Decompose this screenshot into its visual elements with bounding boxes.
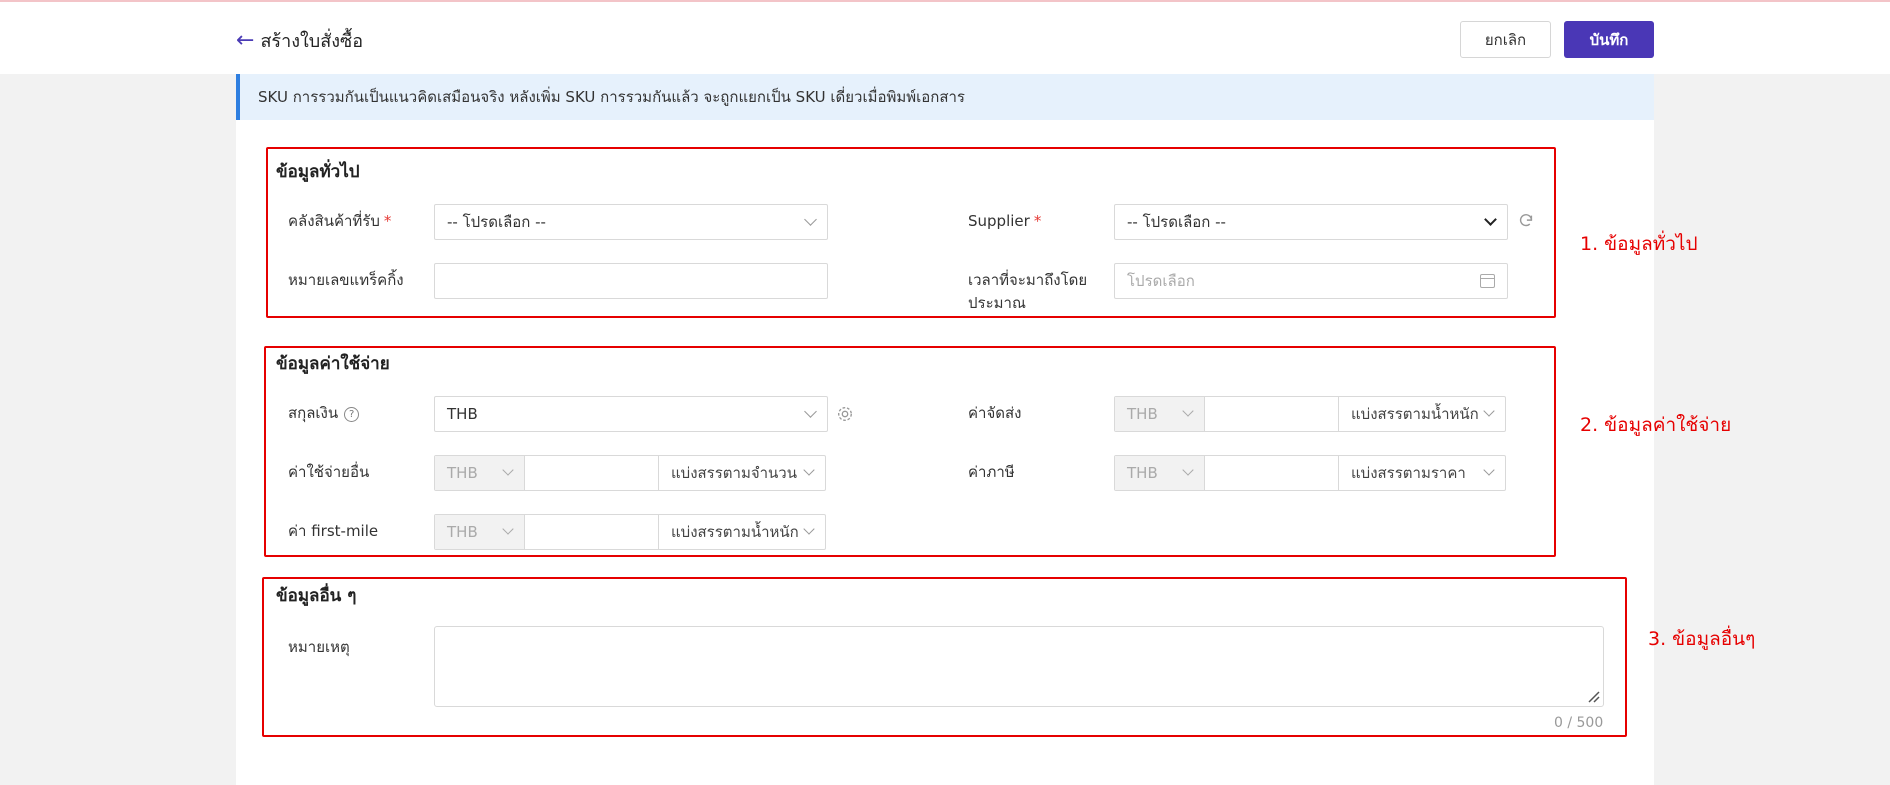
- annotation-label-other: 3. ข้อมูลอื่นๆ: [1648, 628, 1756, 650]
- annotation-box-general: [266, 147, 1556, 318]
- cancel-button[interactable]: ยกเลิก: [1460, 21, 1551, 58]
- page-header: ← สร้างใบสั่งซื้อ ยกเลิก บันทึก: [0, 2, 1890, 74]
- annotation-label-costs: 2. ข้อมูลค่าใช้จ่าย: [1580, 414, 1732, 436]
- save-button[interactable]: บันทึก: [1564, 21, 1654, 58]
- arrow-left-icon: ←: [236, 27, 255, 53]
- page-title: สร้างใบสั่งซื้อ: [260, 31, 364, 52]
- info-notice: SKU การรวมกันเป็นแนวคิดเสมือนจริง หลังเพ…: [236, 74, 1654, 120]
- annotation-box-costs: [264, 346, 1556, 557]
- annotation-box-other: [262, 577, 1627, 737]
- annotation-label-general: 1. ข้อมูลทั่วไป: [1580, 233, 1698, 255]
- back-link[interactable]: ← สร้างใบสั่งซื้อ: [236, 26, 363, 55]
